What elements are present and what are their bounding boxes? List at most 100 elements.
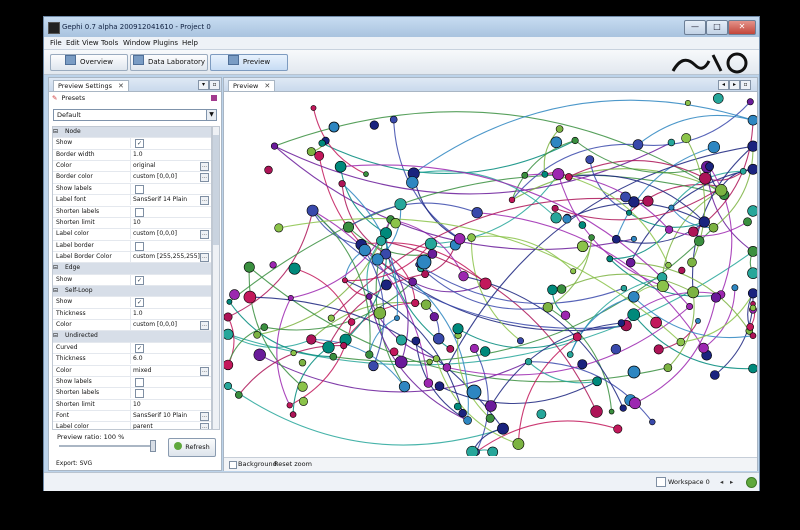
graph-node[interactable] [394,315,400,321]
graph-node[interactable] [485,413,495,423]
graph-node[interactable] [373,306,387,320]
reset-zoom-link[interactable]: Reset zoom [274,460,312,468]
graph-node[interactable] [479,277,492,290]
collapse-icon[interactable]: ⊟ [53,332,58,339]
minimize-panel-icon[interactable]: ▾ [198,80,209,90]
graph-node[interactable] [606,255,614,263]
graph-node[interactable] [389,347,399,357]
graph-node[interactable] [390,217,401,229]
property-checkbox[interactable] [135,377,144,387]
graph-node[interactable] [310,105,317,111]
property-row[interactable]: Color original… [53,161,211,173]
menu-edit[interactable]: Edit [66,39,80,47]
property-value[interactable]: mixed [133,366,151,376]
notification-icon[interactable] [746,477,757,488]
graph-node[interactable] [480,346,491,357]
graph-node[interactable] [260,323,269,331]
property-value[interactable]: original [133,161,155,171]
graph-node[interactable] [749,332,757,339]
graph-node[interactable] [620,191,631,203]
graph-node[interactable] [747,246,757,257]
graph-node[interactable] [610,344,622,355]
graph-node[interactable] [243,261,255,273]
graph-node[interactable] [715,184,728,197]
collapse-icon[interactable]: ⊟ [53,287,58,294]
menu-window[interactable]: Window [123,39,151,47]
property-row[interactable]: Shorten labels [53,388,211,400]
graph-node[interactable] [686,303,694,311]
graph-node[interactable] [547,284,558,296]
graph-node[interactable] [524,358,533,366]
graph-node[interactable] [707,140,721,154]
overview-button[interactable]: Overview [50,54,128,71]
property-section[interactable]: ⊟ Self-Loop [53,286,211,298]
close-icon[interactable]: ✕ [118,82,124,90]
graph-node[interactable] [550,212,562,224]
property-row[interactable]: Label color parent… [53,422,211,429]
graph-node[interactable] [564,173,573,181]
graph-node[interactable] [394,355,408,369]
graph-node[interactable] [536,409,547,419]
graph-node[interactable] [408,277,417,287]
graph-node[interactable] [340,342,348,350]
graph-node[interactable] [411,299,420,308]
graph-node[interactable] [365,293,373,300]
property-value[interactable]: 6.0 [133,354,143,364]
graph-node[interactable] [347,318,356,326]
property-row[interactable]: Curved ✓ [53,342,211,355]
preview-settings-tab[interactable]: Preview Settings ✕ [53,80,129,91]
graph-node[interactable] [613,424,623,434]
graph-node[interactable] [649,418,656,426]
graph-node[interactable] [556,284,567,294]
graph-node[interactable] [695,317,701,324]
graph-node[interactable] [306,334,317,345]
graph-node[interactable] [253,348,266,361]
graph-node[interactable] [290,349,297,357]
network-graph[interactable] [224,92,757,456]
graph-node[interactable] [747,205,757,217]
graph-node[interactable] [712,93,724,104]
graph-node[interactable] [709,370,720,380]
graph-node[interactable] [667,138,676,147]
collapse-icon[interactable]: ⊟ [53,128,58,135]
graph-node[interactable] [497,422,509,435]
background-checkbox[interactable] [229,461,237,469]
property-value[interactable]: custom [0,0,0] [133,172,177,182]
ellipsis-button[interactable]: … [200,321,209,331]
graph-node[interactable] [467,233,476,242]
graph-node[interactable] [739,168,747,175]
graph-node[interactable] [628,291,640,303]
graph-node[interactable] [632,139,644,150]
property-row[interactable]: Label color custom [0,0,0]… [53,229,211,241]
graph-node[interactable] [318,139,326,147]
graph-node[interactable] [270,142,279,150]
graph-node[interactable] [743,217,752,227]
graph-node[interactable] [747,288,757,299]
graph-node[interactable] [426,358,433,366]
graph-node[interactable] [389,115,398,124]
graph-node[interactable] [298,359,307,367]
graph-node[interactable] [747,267,758,279]
graph-node[interactable] [343,221,355,233]
graph-node[interactable] [421,270,429,278]
graph-node[interactable] [286,402,293,409]
property-row[interactable]: Label Border Color custom [255,255,255]… [53,251,211,264]
graph-node[interactable] [687,257,697,268]
graph-node[interactable] [570,268,577,275]
graph-node[interactable] [446,344,455,353]
graph-node[interactable] [552,168,565,181]
graph-node[interactable] [224,382,232,390]
graph-node[interactable] [338,180,346,188]
graph-node[interactable] [746,98,754,106]
graph-node[interactable] [619,404,627,412]
graph-node[interactable] [466,445,479,456]
graph-hub-node[interactable] [466,384,482,400]
menu-help[interactable]: Help [182,39,198,47]
graph-node[interactable] [626,257,636,268]
menu-plugins[interactable]: Plugins [153,39,178,47]
graph-node[interactable] [551,204,559,212]
property-row[interactable]: Show labels [53,183,211,196]
graph-node[interactable] [429,312,439,322]
preset-select[interactable]: Default ▼ [53,109,217,121]
property-value[interactable]: custom [0,0,0] [133,320,177,330]
